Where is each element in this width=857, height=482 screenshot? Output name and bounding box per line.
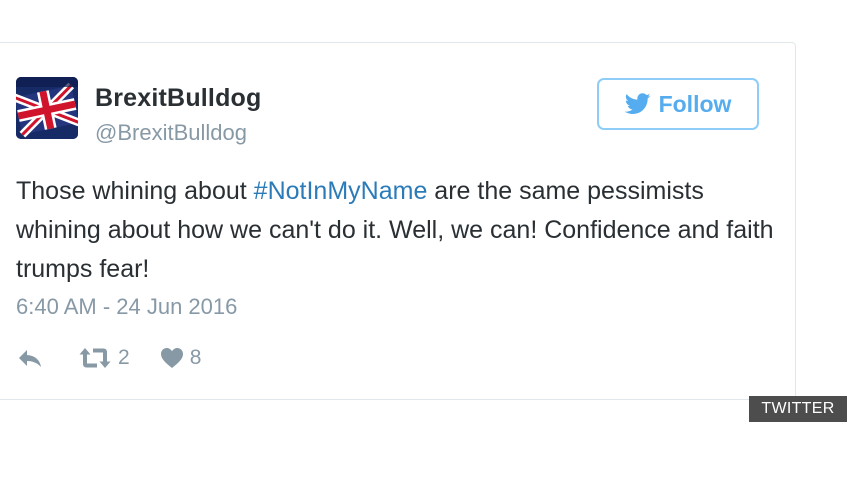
tweet-text-start: Those whining about xyxy=(16,177,254,205)
avatar[interactable] xyxy=(16,77,78,139)
tweet-actions: 2 8 xyxy=(16,343,201,373)
display-name[interactable]: BrexitBulldog xyxy=(95,84,262,113)
retweet-icon xyxy=(79,348,111,368)
like-count: 8 xyxy=(189,346,202,369)
twitter-bird-icon xyxy=(624,93,651,114)
tweet-timestamp[interactable]: 6:40 AM - 24 Jun 2016 xyxy=(16,294,237,320)
like-button[interactable]: 8 xyxy=(160,346,202,370)
reply-icon xyxy=(19,350,41,367)
user-handle[interactable]: @BrexitBulldog xyxy=(95,120,247,146)
follow-label: Follow xyxy=(658,90,732,117)
screenshot-stage: BrexitBulldog @BrexitBulldog Follow Thos… xyxy=(0,0,857,482)
reply-button[interactable] xyxy=(16,347,44,369)
follow-button[interactable]: Follow xyxy=(597,78,759,130)
tweet-text: Those whining about #NotInMyName are the… xyxy=(16,172,776,289)
heart-icon xyxy=(160,348,183,368)
union-jack-flag-avatar xyxy=(16,77,78,139)
retweet-button[interactable]: 2 xyxy=(78,346,130,370)
retweet-count: 2 xyxy=(118,346,130,369)
hashtag-link[interactable]: #NotInMyName xyxy=(254,177,428,205)
source-caption-label: TWITTER xyxy=(749,396,847,422)
